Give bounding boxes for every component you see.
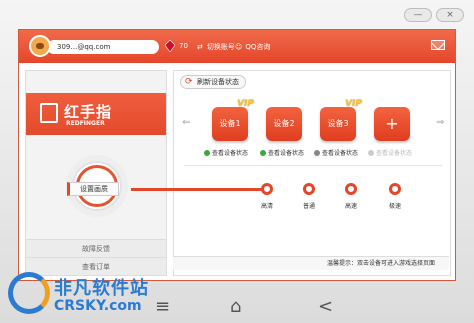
- device-2-status[interactable]: 查看设备状态: [260, 148, 304, 157]
- quality-label-hd: 高清: [260, 203, 273, 210]
- switch-account-button[interactable]: ⇄ 切换账号: [197, 42, 235, 52]
- logo-mark-icon: [40, 103, 58, 123]
- device-3-button[interactable]: 设备3 VIP: [320, 99, 362, 141]
- logo-subtitle: REDFINGER: [66, 120, 105, 127]
- watermark-logo-icon: [8, 272, 50, 314]
- gem-icon: [165, 40, 175, 52]
- status-label: 查看设备状态: [268, 150, 305, 157]
- status-dot-icon: [204, 149, 210, 156]
- watermark: 非凡软件站 CRSKY.com: [8, 268, 168, 323]
- switch-icon: ⇄: [197, 43, 203, 51]
- vip-badge: VIP: [237, 99, 254, 109]
- status-label: 查看设备状态: [376, 150, 413, 157]
- prev-arrow-icon[interactable]: ⇐: [182, 117, 190, 128]
- avatar[interactable]: [29, 35, 51, 57]
- divider: [184, 165, 442, 166]
- status-dot-icon: [368, 149, 374, 156]
- device-1-button[interactable]: 设备1 VIP: [212, 99, 254, 141]
- device-panel: 刷新设备状态 ⇐ ⇒ 设备1 VIP 设备2 设备3 VIP + 查看设备状态: [173, 70, 451, 276]
- quality-option-hd[interactable]: [261, 183, 273, 195]
- quality-option-fast[interactable]: [345, 183, 357, 195]
- device-label: 设备3: [327, 119, 349, 128]
- left-panel: 红手指 REDFINGER 申请设备 故障反馈 查看订单: [25, 70, 167, 276]
- account-field[interactable]: 309…@qq.com: [47, 40, 159, 54]
- quality-option-normal[interactable]: [303, 183, 315, 195]
- tip-bar: 温馨提示：双击设备可进入游戏选择页面: [173, 256, 449, 270]
- tip-text: 温馨提示：双击设备可进入游戏选择页面: [173, 256, 449, 270]
- quality-label-normal: 普通: [302, 203, 315, 210]
- vip-badge: VIP: [345, 99, 362, 109]
- back-icon[interactable]: <: [318, 296, 333, 317]
- watermark-title: 非凡软件站: [54, 278, 149, 299]
- minimize-button[interactable]: —: [404, 8, 432, 22]
- redfinger-logo: 红手指 REDFINGER: [26, 93, 166, 135]
- add-icon: +: [385, 114, 399, 133]
- emulator-frame: — × 309…@qq.com 70 ⇄ 切换账号 ☺ QQ咨询 红手指 RED…: [0, 0, 474, 323]
- quality-slider-track[interactable]: [131, 188, 265, 191]
- refresh-status-button[interactable]: 刷新设备状态: [180, 75, 246, 89]
- logo-title: 红手指: [64, 103, 113, 121]
- status-dot-icon: [314, 149, 320, 156]
- status-dot-icon: [260, 149, 266, 156]
- next-arrow-icon[interactable]: ⇒: [436, 117, 444, 128]
- status-label: 查看设备状态: [212, 150, 249, 157]
- device-2-button[interactable]: 设备2: [266, 107, 302, 141]
- mail-icon[interactable]: [431, 40, 445, 50]
- add-device-button[interactable]: +: [374, 107, 410, 141]
- device-label: 设备2: [273, 119, 295, 128]
- device-1-status[interactable]: 查看设备状态: [204, 148, 248, 157]
- top-bar: 309…@qq.com 70 ⇄ 切换账号 ☺ QQ咨询: [19, 30, 455, 63]
- home-icon[interactable]: ⌂: [230, 296, 241, 317]
- app-window: 309…@qq.com 70 ⇄ 切换账号 ☺ QQ咨询 红手指 REDFING…: [18, 29, 456, 281]
- quality-label: 设置画质: [67, 182, 119, 196]
- quality-label-fastest: 极速: [388, 203, 401, 210]
- watermark-url: CRSKY.com: [54, 298, 142, 314]
- window-controls: — ×: [404, 8, 464, 22]
- switch-account-label: 切换账号: [206, 43, 235, 51]
- feedback-link[interactable]: 故障反馈: [26, 239, 166, 257]
- device-label: 设备1: [219, 119, 241, 128]
- status-label: 查看设备状态: [322, 150, 359, 157]
- qq-consult-button[interactable]: ☺ QQ咨询: [235, 42, 270, 52]
- quality-option-fastest[interactable]: [389, 183, 401, 195]
- qq-consult-label: QQ咨询: [245, 43, 271, 51]
- device-3-status[interactable]: 查看设备状态: [314, 148, 358, 157]
- quality-label-fast: 高速: [344, 203, 357, 210]
- qq-icon: ☺: [235, 43, 243, 51]
- close-button[interactable]: ×: [436, 8, 464, 22]
- device-4-status: 查看设备状态: [368, 148, 412, 157]
- gem-count: 70: [179, 42, 188, 50]
